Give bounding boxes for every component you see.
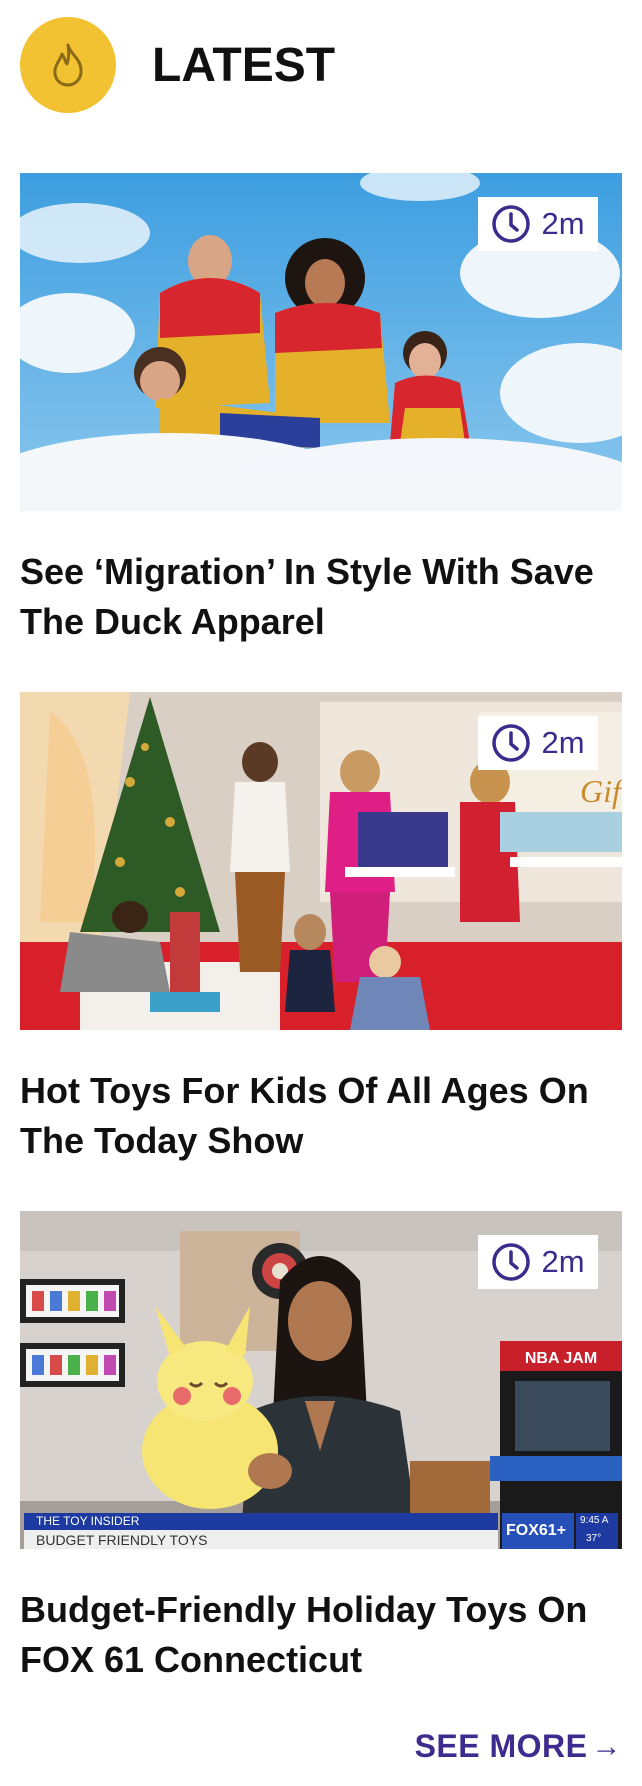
section-header: LATEST xyxy=(20,17,335,113)
clock-icon xyxy=(492,205,531,243)
read-time-badge: 2m xyxy=(478,716,598,770)
read-time-value: 2m xyxy=(541,206,585,241)
article-title[interactable]: See ‘Migration’ In Style With Save The D… xyxy=(20,547,622,647)
lower-third-temp: 37° xyxy=(586,1533,602,1544)
clock-icon xyxy=(492,724,531,762)
see-more-link[interactable]: SEE MORE → xyxy=(415,1728,622,1765)
article-image[interactable]: Gift Gu xyxy=(20,692,622,1030)
svg-text:Gift Gu: Gift Gu xyxy=(580,773,622,809)
article-title[interactable]: Budget-Friendly Holiday Toys On FOX 61 C… xyxy=(20,1585,622,1685)
flame-badge xyxy=(20,17,116,113)
read-time-value: 2m xyxy=(541,1244,585,1279)
arrow-right-icon: → xyxy=(591,1729,622,1763)
lower-third-bottom-text: BUDGET FRIENDLY TOYS xyxy=(36,1532,208,1548)
fox61-logo: FOX61+ xyxy=(506,1522,567,1539)
read-time-badge: 2m xyxy=(478,197,598,251)
clock-icon xyxy=(492,1243,531,1281)
article-image[interactable]: NBA JAM THE TOY INSIDER BUDGET FRIENDLY … xyxy=(20,1211,622,1549)
article-card[interactable]: Gift Gu xyxy=(20,692,622,1166)
see-more-label: SEE MORE xyxy=(414,1728,588,1764)
section-title: LATEST xyxy=(152,38,336,92)
article-card[interactable]: NBA JAM THE TOY INSIDER BUDGET FRIENDLY … xyxy=(20,1211,622,1685)
lower-third-time: 9:45 A xyxy=(580,1515,609,1526)
article-title[interactable]: Hot Toys For Kids Of All Ages On The Tod… xyxy=(20,1066,622,1166)
flame-icon xyxy=(53,43,83,87)
read-time-badge: 2m xyxy=(478,1235,598,1289)
read-time-value: 2m xyxy=(541,725,585,760)
tv-lower-third: THE TOY INSIDER BUDGET FRIENDLY TOYS FOX… xyxy=(24,1513,618,1549)
article-card[interactable]: 2m See ‘Migration’ In Style With Save Th… xyxy=(20,173,622,647)
article-image[interactable]: 2m xyxy=(20,173,622,511)
lower-third-top-text: THE TOY INSIDER xyxy=(36,1514,140,1528)
svg-text:NBA JAM: NBA JAM xyxy=(525,1350,597,1367)
